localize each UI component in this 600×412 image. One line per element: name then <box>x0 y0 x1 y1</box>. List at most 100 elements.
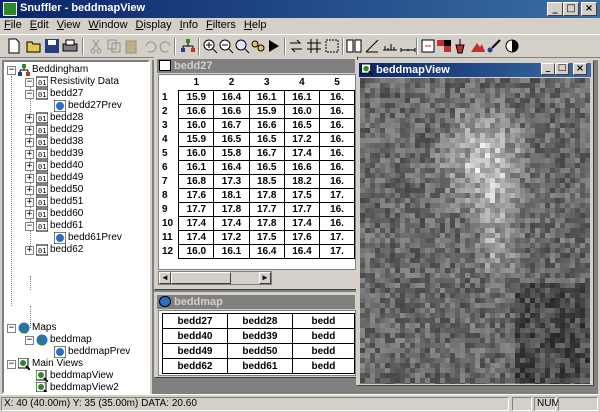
map-cell[interactable]: bedd49 <box>162 343 228 359</box>
data-cell[interactable]: 16. <box>319 215 355 231</box>
close-icon[interactable]: × <box>581 2 597 16</box>
beddmap-title-bar[interactable]: beddmap <box>157 295 355 309</box>
minimize-icon[interactable]: _ <box>541 63 555 75</box>
beddmapview-window[interactable]: beddmapView _ □ × <box>356 60 594 386</box>
collapse-toggle[interactable]: − <box>7 66 16 75</box>
data-cell[interactable]: 17.2 <box>283 131 321 147</box>
data-cell[interactable]: 16. <box>319 131 355 147</box>
data-cell[interactable]: 16.0 <box>283 103 321 119</box>
data-cell[interactable]: 16. <box>319 117 355 133</box>
expand-toggle[interactable]: + <box>25 162 34 171</box>
row-header[interactable]: 1 <box>159 90 179 104</box>
maximize-icon[interactable]: □ <box>555 63 569 75</box>
data-cell[interactable]: 17.6 <box>178 187 215 203</box>
menu-help[interactable]: Help <box>240 18 271 31</box>
data-cell[interactable]: 16.6 <box>213 103 250 119</box>
expand-toggle[interactable]: + <box>25 174 34 183</box>
data-cell[interactable]: 16.7 <box>213 117 250 133</box>
data-cell[interactable]: 16.1 <box>283 89 321 105</box>
save-icon[interactable] <box>44 38 60 54</box>
data-cell[interactable]: 17. <box>319 187 355 203</box>
slope-icon[interactable] <box>364 38 380 54</box>
data-cell[interactable]: 16.7 <box>248 145 285 161</box>
map-cell[interactable]: bedd <box>291 313 355 329</box>
expand-toggle[interactable]: + <box>25 198 34 207</box>
map-cell[interactable]: bedd61 <box>226 358 293 374</box>
data-cell[interactable]: 16.1 <box>178 159 215 175</box>
row-header[interactable]: 11 <box>159 230 179 244</box>
menu-edit[interactable]: Edit <box>26 18 53 31</box>
columns-icon[interactable] <box>346 38 362 54</box>
zoom-window-icon[interactable] <box>234 38 250 54</box>
map-cell[interactable]: bedd <box>291 358 355 374</box>
data-cell[interactable]: 16. <box>319 201 355 217</box>
horizontal-scrollbar[interactable]: ◄ ► <box>158 271 272 285</box>
data-cell[interactable]: 17.4 <box>283 145 321 161</box>
data-cell[interactable]: 17.7 <box>283 201 321 217</box>
expand-toggle[interactable]: + <box>25 126 34 135</box>
data-cell[interactable]: 16.1 <box>248 89 285 105</box>
data-cell[interactable]: 16.0 <box>178 117 215 133</box>
data-cell[interactable]: 16. <box>319 89 355 105</box>
data-cell[interactable]: 17.6 <box>283 229 321 245</box>
play-arrow-icon[interactable] <box>266 38 282 54</box>
map-cell[interactable]: bedd <box>291 343 355 359</box>
profile-icon[interactable] <box>382 38 398 54</box>
cut-icon[interactable] <box>88 38 104 54</box>
data-cell[interactable]: 16.8 <box>178 173 215 189</box>
data-cell[interactable]: 17.7 <box>178 201 215 217</box>
data-cell[interactable]: 15.9 <box>178 131 215 147</box>
minimize-icon[interactable]: _ <box>547 2 563 16</box>
contrast-icon[interactable] <box>504 38 520 54</box>
data-cell[interactable]: 16.5 <box>283 117 321 133</box>
print-icon[interactable] <box>62 38 78 54</box>
bedd27-window[interactable]: bedd27 1 2 3 4 5 1 15.9 16.4 16.1 16.1 16. 2 16.6 16.… <box>154 56 358 290</box>
data-cell[interactable]: 16.4 <box>213 159 250 175</box>
data-cell[interactable]: 17.5 <box>248 229 285 245</box>
data-cell[interactable]: 15.9 <box>178 89 215 105</box>
row-header[interactable]: 12 <box>159 244 179 258</box>
menu-view[interactable]: View <box>53 18 85 31</box>
data-cell[interactable]: 17.8 <box>248 187 285 203</box>
data-cell[interactable]: 17.3 <box>213 173 250 189</box>
data-cell[interactable]: 17.4 <box>283 215 321 231</box>
color-map-icon[interactable] <box>436 38 452 54</box>
data-cell[interactable]: 15.9 <box>248 103 285 119</box>
data-cell[interactable]: 17.8 <box>213 201 250 217</box>
expand-toggle[interactable]: − <box>25 222 34 231</box>
swap-icon[interactable] <box>288 38 304 54</box>
zoom-in-icon[interactable] <box>202 38 218 54</box>
data-cell[interactable]: 16. <box>319 159 355 175</box>
zoom-out-icon[interactable] <box>218 38 234 54</box>
new-file-icon[interactable] <box>6 38 22 54</box>
data-cell[interactable]: 16.1 <box>213 243 250 259</box>
undo-icon[interactable] <box>142 38 158 54</box>
data-cell[interactable]: 16. <box>319 103 355 119</box>
data-cell[interactable]: 16.4 <box>213 89 250 105</box>
redo-icon[interactable] <box>158 38 174 54</box>
expand-toggle[interactable]: + <box>25 186 34 195</box>
data-cell[interactable]: 17.8 <box>248 215 285 231</box>
column-header[interactable]: 4 <box>284 75 319 90</box>
column-header[interactable]: 5 <box>320 75 355 90</box>
data-cell[interactable]: 18.5 <box>248 173 285 189</box>
expand-toggle[interactable]: + <box>25 210 34 219</box>
bedd27-grid[interactable]: 1 2 3 4 5 1 15.9 16.4 16.1 16.1 16. 2 16.6 16.6 15.9 16… <box>158 74 356 270</box>
column-header[interactable]: 1 <box>179 75 214 90</box>
beddmap-grid[interactable]: bedd27 bedd28 bedd bedd40 bedd39 bedd bedd49 be… <box>158 310 356 376</box>
column-header[interactable]: 3 <box>249 75 284 90</box>
maximize-icon[interactable]: □ <box>563 2 579 16</box>
data-cell[interactable]: 18.2 <box>283 173 321 189</box>
menu-info[interactable]: Info <box>176 18 202 31</box>
hill-icon[interactable] <box>470 38 486 54</box>
data-cell[interactable]: 16.4 <box>248 243 285 259</box>
column-header[interactable]: 2 <box>214 75 249 90</box>
data-cell[interactable]: 16.5 <box>248 131 285 147</box>
bedd27-title-bar[interactable]: bedd27 <box>157 59 355 73</box>
data-cell[interactable]: 17.2 <box>213 229 250 245</box>
data-cell[interactable]: 16. <box>319 145 355 161</box>
data-cell[interactable]: 16.0 <box>178 243 215 259</box>
despike-icon[interactable] <box>452 38 468 54</box>
expand-toggle[interactable]: − <box>25 90 34 99</box>
beddmapview-title-bar[interactable]: beddmapView _ □ × <box>359 63 591 77</box>
